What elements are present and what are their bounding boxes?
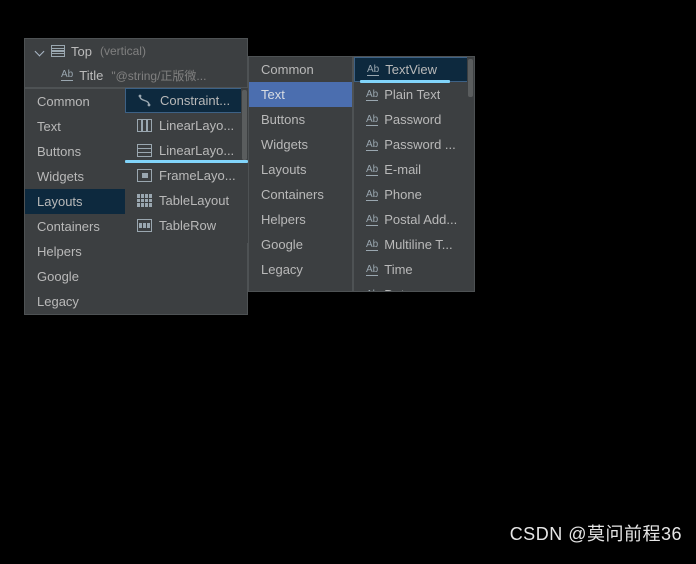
category-label: Legacy <box>261 262 303 277</box>
category-label: Containers <box>261 187 324 202</box>
category-label: Google <box>37 269 79 284</box>
palette-item-label: Time <box>384 262 413 277</box>
linear-layout-vertical-icon <box>137 144 152 157</box>
palette-item-tablerow[interactable]: TableRow <box>125 213 248 238</box>
category-label: Layouts <box>261 162 307 177</box>
palette-item-textview[interactable]: Ab TextView <box>354 57 474 82</box>
category-item-common[interactable]: Common <box>249 57 352 82</box>
textview-ab-icon: Ab <box>366 113 379 126</box>
palette-item-linearlayout-horizontal[interactable]: LinearLayo... <box>125 113 248 138</box>
palette-categories-right: Common Text Buttons Widgets Layouts Cont… <box>248 56 353 292</box>
palette-item-label: Password <box>384 112 442 127</box>
category-label: Buttons <box>37 144 82 159</box>
palette-item-label: FrameLayo... <box>159 168 236 183</box>
palette-item-multiline-text[interactable]: Ab Multiline T... <box>354 232 474 257</box>
textview-ab-icon: Ab <box>366 238 379 251</box>
screenshot-root: Top (vertical) Ab Title "@string/正版微... … <box>0 0 696 564</box>
tree-row[interactable]: Top (vertical) <box>25 39 247 63</box>
category-item-containers[interactable]: Containers <box>249 182 352 207</box>
table-row-icon <box>137 219 152 232</box>
palette-item-label: Constraint... <box>160 93 231 108</box>
category-label: Layouts <box>37 194 83 209</box>
palette-item-plaintext[interactable]: Ab Plain Text <box>354 82 474 107</box>
tree-node-meta: "@string/正版微... <box>111 68 207 83</box>
palette-item-space[interactable]: Space <box>125 238 248 243</box>
category-item-legacy[interactable]: Legacy <box>25 289 247 314</box>
category-label: Text <box>261 87 285 102</box>
chevron-down-icon[interactable] <box>35 45 47 57</box>
category-item-legacy[interactable]: Legacy <box>249 257 352 282</box>
scrollbar-thumb[interactable] <box>468 59 473 97</box>
items-text-scrollbar[interactable] <box>467 57 474 291</box>
category-label: Containers <box>37 219 100 234</box>
textview-ab-icon: Ab <box>366 163 379 176</box>
palette-item-label: Plain Text <box>384 87 441 102</box>
tree-row[interactable]: Ab Title "@string/正版微... <box>25 63 247 87</box>
linear-layout-vertical-icon <box>51 45 65 57</box>
category-item-google[interactable]: Google <box>249 232 352 257</box>
category-item-google[interactable]: Google <box>25 264 247 289</box>
category-label: Text <box>37 119 61 134</box>
textview-ab-icon: Ab <box>366 138 379 151</box>
category-label: Widgets <box>261 137 308 152</box>
category-item-buttons[interactable]: Buttons <box>249 107 352 132</box>
category-label: Helpers <box>261 212 306 227</box>
textview-ab-icon: Ab <box>61 69 74 81</box>
tree-node-name: Title <box>79 67 104 83</box>
palette-item-label: TableLayout <box>159 193 230 208</box>
category-label: Common <box>37 94 90 109</box>
tree-node-meta: (vertical) <box>99 44 146 58</box>
category-label: Widgets <box>37 169 84 184</box>
textview-ab-icon: Ab <box>366 88 379 101</box>
constraint-layout-icon <box>138 94 153 107</box>
category-label: Buttons <box>261 112 306 127</box>
category-item-widgets[interactable]: Widgets <box>249 132 352 157</box>
palette-item-password-numeric[interactable]: Ab Password ... <box>354 132 474 157</box>
scrollbar-thumb[interactable] <box>242 90 247 160</box>
category-item-text[interactable]: Text <box>249 82 352 107</box>
drop-indicator-line <box>360 80 450 83</box>
category-label: Common <box>261 62 314 77</box>
watermark-text: CSDN @莫问前程36 <box>509 524 682 544</box>
category-item-helpers[interactable]: Helpers <box>249 207 352 232</box>
textview-ab-icon: Ab <box>366 289 378 292</box>
palette-item-email[interactable]: Ab E-mail <box>354 157 474 182</box>
palette-item-framelayout[interactable]: FrameLayo... <box>125 163 248 188</box>
category-label: Helpers <box>37 244 82 259</box>
palette-items-layouts: Constraint... LinearLayo... LinearLayo..… <box>125 88 248 243</box>
table-layout-icon <box>137 194 152 207</box>
palette-item-password[interactable]: Ab Password <box>354 107 474 132</box>
textview-ab-icon: Ab <box>367 63 380 76</box>
linear-layout-horizontal-icon <box>137 119 152 132</box>
palette-item-label: Postal Add... <box>384 212 458 227</box>
palette-item-label: LinearLayo... <box>159 143 235 158</box>
palette-item-label: LinearLayo... <box>159 118 235 133</box>
palette-item-label: TableRow <box>159 218 217 233</box>
items-layouts-scrollbar[interactable] <box>241 88 248 243</box>
palette-item-label: E-mail <box>384 162 422 177</box>
palette-item-label: Date <box>384 287 411 291</box>
palette-item-tablelayout[interactable]: TableLayout <box>125 188 248 213</box>
tree-node-name: Top <box>71 43 92 59</box>
drop-indicator-line <box>125 160 248 163</box>
category-label: Google <box>261 237 303 252</box>
palette-item-postal-address[interactable]: Ab Postal Add... <box>354 207 474 232</box>
palette-item-phone[interactable]: Ab Phone <box>354 182 474 207</box>
textview-ab-icon: Ab <box>366 188 379 201</box>
palette-item-time[interactable]: Ab Time <box>354 257 474 282</box>
textview-ab-icon: Ab <box>366 213 379 226</box>
frame-layout-icon <box>137 169 152 182</box>
category-item-layouts[interactable]: Layouts <box>249 157 352 182</box>
palette-item-label: Phone <box>384 187 422 202</box>
palette-item-label: Multiline T... <box>384 237 453 252</box>
textview-ab-icon: Ab <box>366 263 379 276</box>
palette-item-date[interactable]: Ab Date <box>354 282 474 292</box>
palette-item-label: Password ... <box>384 137 456 152</box>
palette-items-text: Ab TextView Ab Plain Text Ab Password Ab… <box>353 56 475 292</box>
palette-item-label: TextView <box>385 62 438 77</box>
category-label: Legacy <box>37 294 79 309</box>
component-tree-panel: Top (vertical) Ab Title "@string/正版微... <box>24 38 248 88</box>
palette-item-constraintlayout[interactable]: Constraint... <box>125 88 248 113</box>
